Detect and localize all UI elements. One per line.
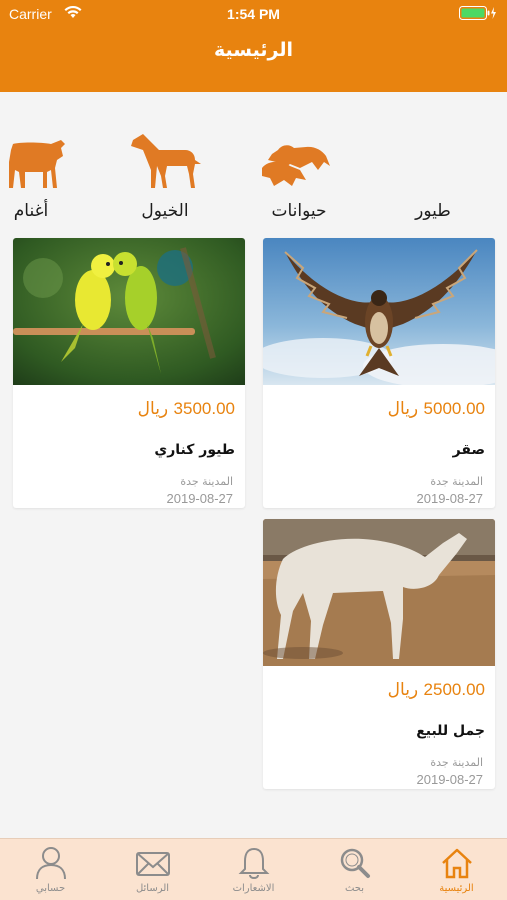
tab-bar: الرئيسية بحث الاشعارات الرسائل حسابي xyxy=(0,838,507,900)
tab-label: بحث xyxy=(344,883,365,894)
listing-city: المدينة جدة xyxy=(180,475,233,488)
listing-date: 2019-08-27 xyxy=(166,491,234,506)
tab-messages[interactable]: الرسائل xyxy=(102,839,203,900)
listing-city: المدينة جدة xyxy=(430,756,483,769)
parrots-photo xyxy=(13,238,245,385)
listing-title: صقر xyxy=(452,442,485,458)
camel-photo xyxy=(263,519,495,666)
listing-date: 2019-08-27 xyxy=(416,491,484,506)
listing-card[interactable]: 2500.00 ريال جمل للبيع المدينة جدة 2019-… xyxy=(263,519,495,789)
listing-date: 2019-08-27 xyxy=(416,772,484,787)
tab-account[interactable]: حسابي xyxy=(0,839,101,900)
app-header: Carrier 1:54 PM الرئيسية xyxy=(0,0,507,92)
listing-card[interactable]: 5000.00 ريال صقر المدينة جدة 2019-08-27 xyxy=(263,238,495,508)
category-label: أغنام xyxy=(13,201,49,221)
category-label: حيوانات xyxy=(271,201,327,221)
tab-label: حسابي xyxy=(35,883,66,894)
listing-title: طيور كناري xyxy=(154,442,235,458)
search-icon xyxy=(304,845,405,881)
listing-city: المدينة جدة xyxy=(430,475,483,488)
category-label: طيور xyxy=(415,201,451,221)
falcon-photo xyxy=(263,238,495,385)
bird-icon xyxy=(378,126,488,190)
status-bar: Carrier 1:54 PM xyxy=(0,0,507,28)
category-animals[interactable]: حيوانات xyxy=(244,92,354,232)
home-icon xyxy=(406,845,507,881)
tab-label: الاشعارات xyxy=(232,883,275,894)
category-horses[interactable]: الخيول xyxy=(110,92,220,232)
bell-icon xyxy=(203,845,304,881)
category-birds[interactable]: طيور xyxy=(378,92,488,232)
sheep-icon xyxy=(0,126,86,190)
user-icon xyxy=(0,845,101,881)
listing-title: جمل للبيع xyxy=(416,723,485,739)
listing-price: 5000.00 ريال xyxy=(387,399,485,419)
tab-label: الرئيسية xyxy=(439,883,474,894)
horse-icon xyxy=(110,126,220,190)
category-label: الخيول xyxy=(141,201,189,221)
status-time: 1:54 PM xyxy=(227,6,280,22)
listing-price: 3500.00 ريال xyxy=(137,399,235,419)
listing-card[interactable]: 3500.00 ريال طيور كناري المدينة جدة 2019… xyxy=(13,238,245,508)
tab-notifications[interactable]: الاشعارات xyxy=(203,839,304,900)
category-strip: طيور حيوانات الخيول أغنام xyxy=(0,92,507,232)
listing-price: 2500.00 ريال xyxy=(387,680,485,700)
category-sheep[interactable]: أغنام xyxy=(0,92,86,232)
tab-home[interactable]: الرئيسية xyxy=(406,839,507,900)
animals-icon xyxy=(244,126,354,190)
tab-search[interactable]: بحث xyxy=(304,839,405,900)
page-title: الرئيسية xyxy=(214,39,293,61)
tab-label: الرسائل xyxy=(135,883,170,894)
battery-icon xyxy=(459,6,497,24)
envelope-icon xyxy=(102,845,203,881)
